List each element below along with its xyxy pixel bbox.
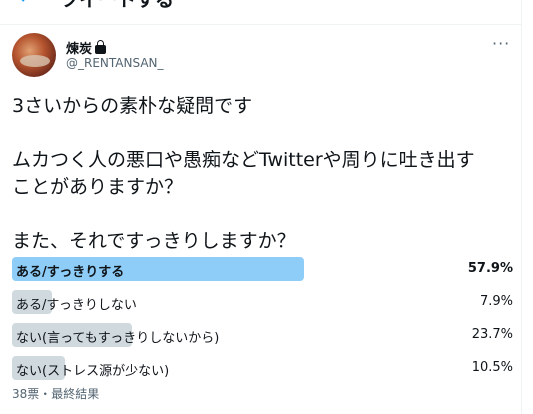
arrow-left-icon[interactable]: ←	[18, 0, 36, 10]
more-options-icon[interactable]: ···	[492, 34, 510, 53]
poll-option-label: ない(ストレス源が少ない)	[16, 364, 170, 379]
poll-option-label: ある/すっきりする	[16, 265, 125, 280]
author-name-row[interactable]: 煉炭	[66, 38, 107, 57]
poll-results-meta: 38票・最終結果	[12, 387, 100, 401]
author-handle[interactable]: @_RENTANSAN_	[66, 56, 164, 70]
tweet-line: ムカつく人の悪口や愚痴などTwitterや周りに吐き出す	[12, 149, 475, 171]
tweet-line: ことがありますか？	[12, 176, 184, 198]
poll-option-percent: 7.9%	[479, 294, 513, 309]
poll: ある/すっきりする 57.9% ある/すっきりしない 7.9% ない(言ってもす…	[12, 257, 517, 389]
poll-option: ある/すっきりしない 7.9%	[12, 290, 517, 314]
poll-option-percent: 10.5%	[471, 360, 513, 375]
tweet-line: 3さいからの素朴な疑問です	[12, 95, 253, 117]
tweet-line-gap	[12, 120, 517, 147]
lock-icon	[95, 40, 107, 54]
tweet-text: 3さいからの素朴な疑問です ムカつく人の悪口や愚痴などTwitterや周りに吐き…	[12, 93, 517, 255]
avatar[interactable]	[12, 33, 56, 77]
page-title: ツイートする	[60, 0, 175, 11]
author-name[interactable]: 煉炭	[66, 42, 92, 57]
poll-option-label: ある/すっきりしない	[16, 298, 137, 313]
poll-option: ない(ストレス源が少ない) 10.5%	[12, 356, 517, 380]
column-divider	[521, 0, 522, 414]
poll-option: ある/すっきりする 57.9%	[12, 257, 517, 281]
tweet-line: また、それですっきりしますか？	[12, 230, 296, 252]
poll-option-percent: 23.7%	[471, 327, 513, 342]
poll-option: ない(言ってもすっきりしないから) 23.7%	[12, 323, 517, 347]
tweet-line-gap	[12, 201, 517, 228]
poll-option-label: ない(言ってもすっきりしないから)	[16, 331, 220, 346]
poll-option-percent: 57.9%	[467, 261, 513, 276]
top-bar: ← ツイートする	[0, 0, 522, 25]
